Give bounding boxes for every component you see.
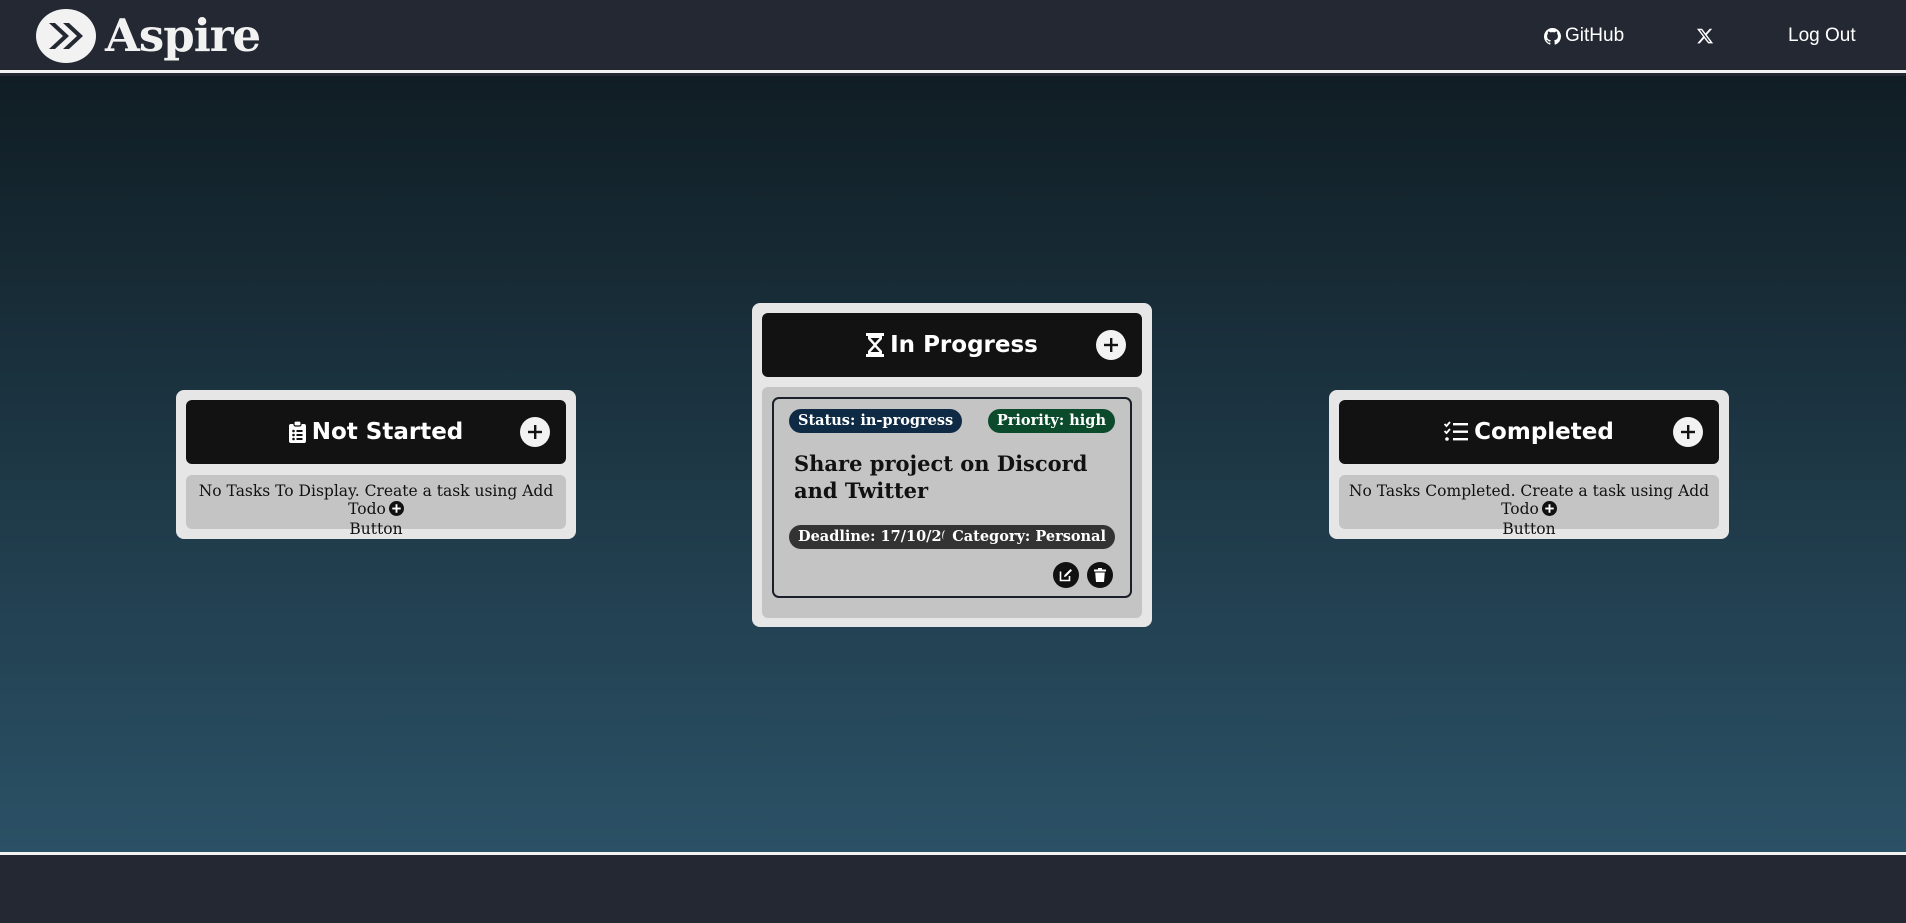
plus-circle-icon: [1541, 501, 1557, 520]
empty-state-text-end: Button: [1502, 520, 1556, 538]
brand-name: Aspire: [105, 9, 261, 62]
add-todo-button[interactable]: [520, 417, 550, 447]
column-header-in-progress: In Progress: [762, 313, 1142, 377]
plus-circle-icon: [1680, 424, 1696, 440]
plus-circle-icon: [388, 501, 404, 520]
x-logo-icon: [1696, 27, 1714, 45]
task-card[interactable]: Status: in-progress Priority: high Share…: [772, 397, 1132, 598]
task-list: Status: in-progress Priority: high Share…: [762, 387, 1142, 618]
add-todo-button[interactable]: [1096, 330, 1126, 360]
empty-state-message: No Tasks To Display. Create a task using…: [186, 475, 566, 538]
github-icon: [1544, 27, 1561, 45]
priority-badge: Priority: high: [987, 409, 1115, 433]
empty-state-text: No Tasks Completed. Create a task using …: [1348, 482, 1710, 518]
top-navbar: Aspire GitHub Log Out: [0, 0, 1906, 73]
column-completed: Completed No Tasks Completed. Create a t…: [1329, 390, 1729, 539]
category-badge: Category: Personal: [943, 525, 1115, 549]
footer: [0, 855, 1906, 923]
plus-circle-icon: [1103, 337, 1119, 353]
empty-state-text: No Tasks To Display. Create a task using…: [198, 482, 554, 518]
column-header-not-started: Not Started: [186, 400, 566, 464]
github-link-label: GitHub: [1565, 25, 1625, 46]
column-title: Completed: [1474, 419, 1614, 445]
column-header-completed: Completed: [1339, 400, 1719, 464]
column-title: In Progress: [890, 332, 1038, 358]
empty-state-text-end: Button: [349, 520, 403, 538]
brand-logo[interactable]: Aspire: [36, 9, 261, 63]
add-todo-button[interactable]: [1673, 417, 1703, 447]
x-twitter-link[interactable]: [1696, 22, 1714, 50]
double-chevron-right-icon: [36, 9, 96, 63]
edit-icon: [1059, 568, 1073, 582]
status-badge: Status: in-progress: [789, 409, 963, 433]
list-check-icon: [1444, 421, 1469, 443]
task-title: Share project on Discord and Twitter: [794, 451, 1088, 503]
trash-icon: [1094, 568, 1106, 582]
hourglass-icon: [866, 333, 885, 357]
column-not-started: Not Started No Tasks To Display. Create …: [176, 390, 576, 539]
logout-link[interactable]: Log Out: [1788, 22, 1856, 50]
column-title: Not Started: [311, 419, 464, 445]
github-link[interactable]: GitHub: [1544, 22, 1624, 50]
empty-state-message: No Tasks Completed. Create a task using …: [1339, 475, 1719, 538]
clipboard-list-icon: [288, 421, 306, 443]
delete-task-button[interactable]: [1087, 562, 1113, 588]
edit-task-button[interactable]: [1053, 562, 1079, 588]
plus-circle-icon: [527, 424, 543, 440]
column-in-progress: In Progress Status: in-progress Priority…: [752, 303, 1152, 627]
